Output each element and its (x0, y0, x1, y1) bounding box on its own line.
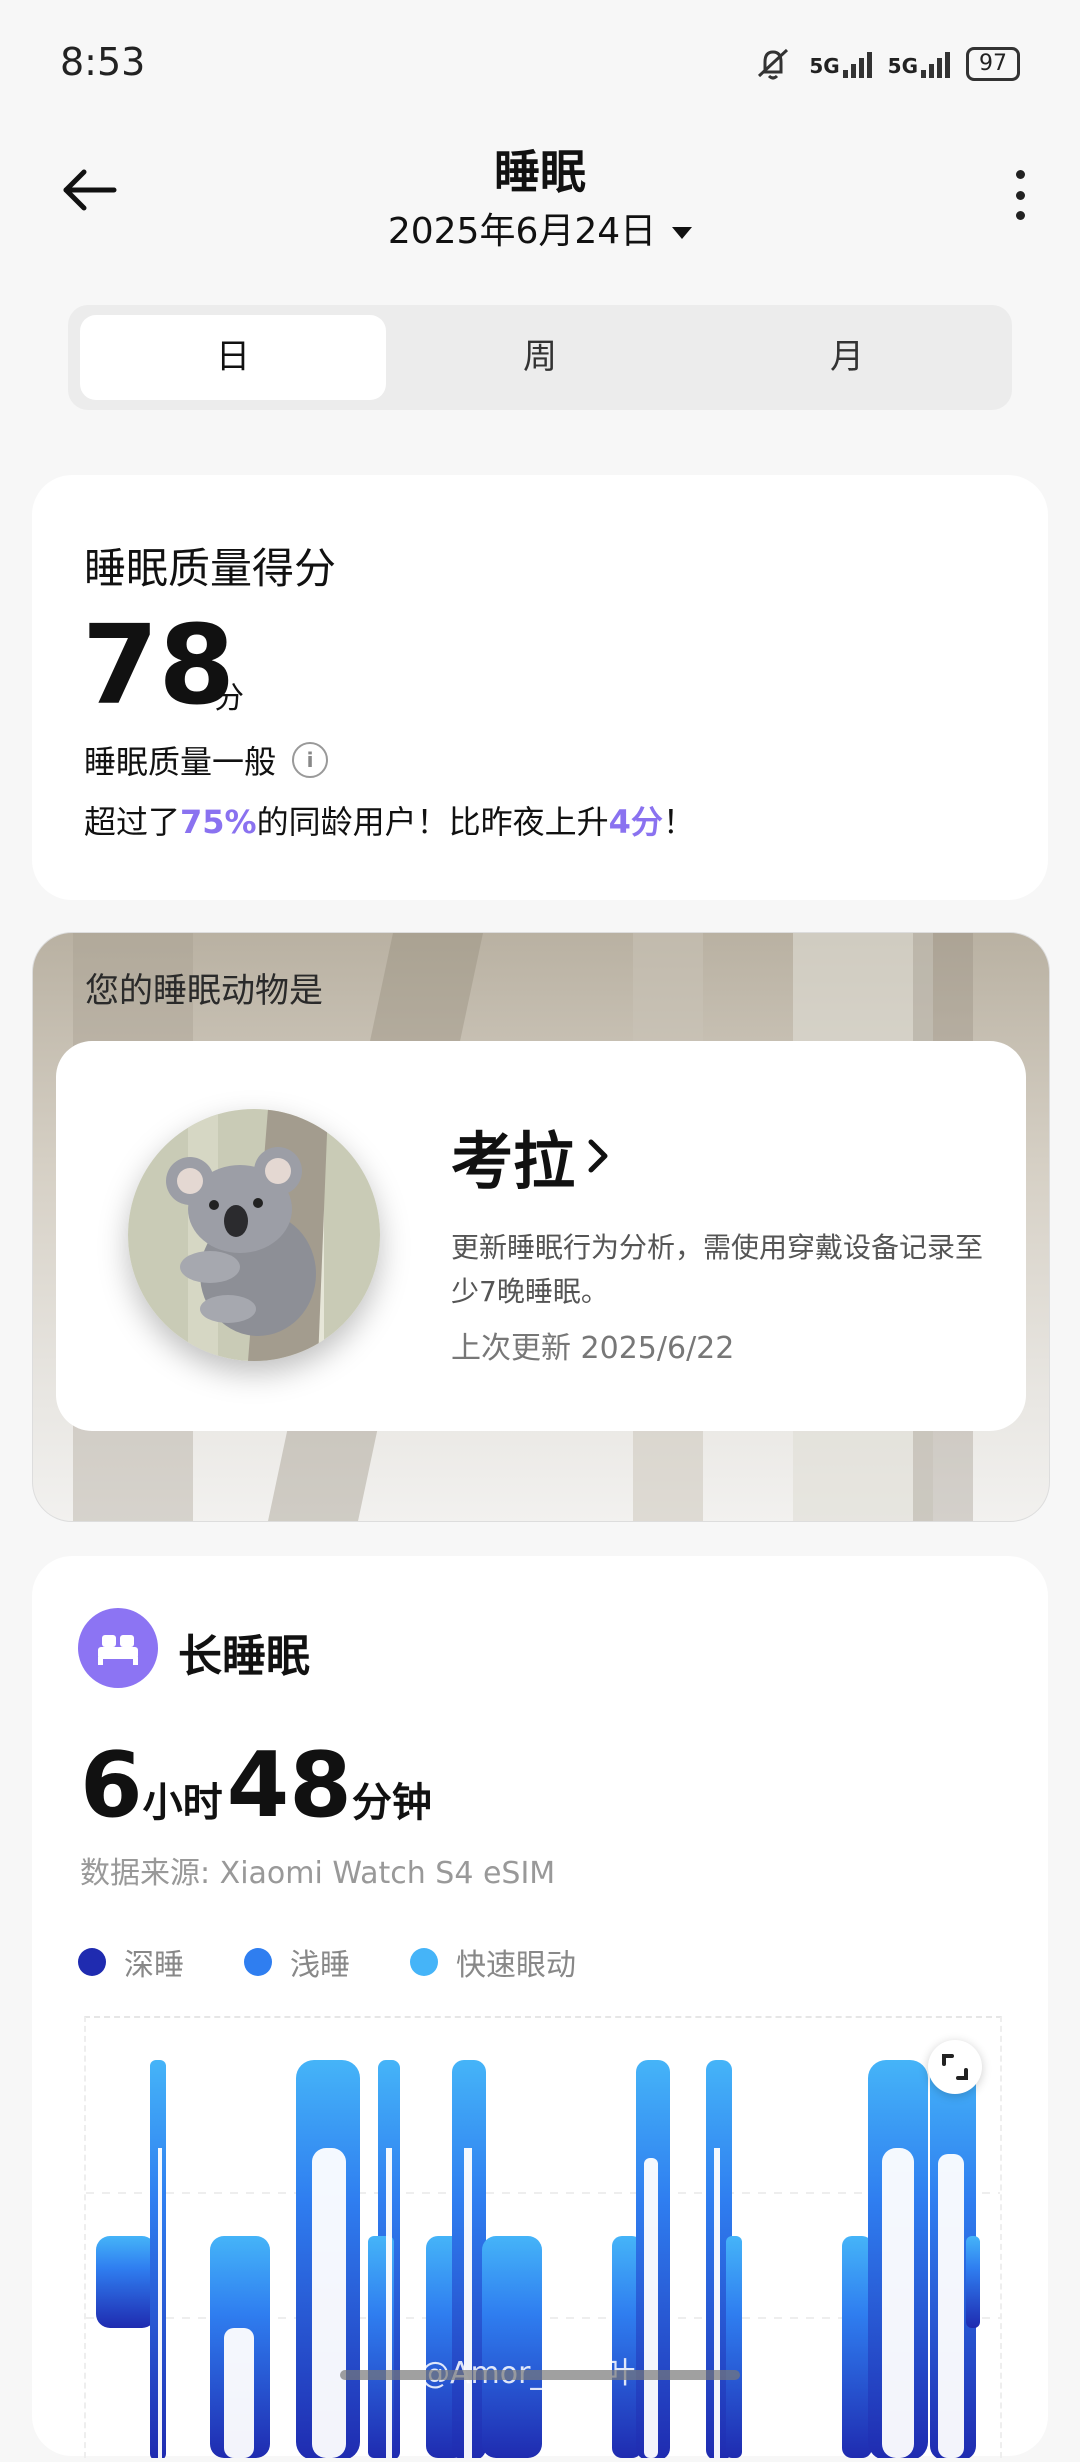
tab-week[interactable]: 周 (387, 315, 693, 400)
koala-avatar (128, 1109, 380, 1361)
animal-detail-panel[interactable]: 考拉 更新睡眠行为分析，需使用穿戴设备记录至少7晚睡眠。 上次更新 2025/6… (56, 1041, 1026, 1431)
caret-down-icon (672, 227, 693, 239)
data-source: 数据来源: Xiaomi Watch S4 eSIM (80, 1856, 556, 1891)
legend-deep-dot (78, 1948, 106, 1976)
period-tabs: 日 周 月 (68, 305, 1012, 410)
legend-deep: 深睡 (78, 1940, 184, 1984)
score-value: 78 (82, 601, 236, 729)
comparison-text: 超过了75%的同龄用户！比昨夜上升4分！ (84, 803, 695, 841)
more-options-button[interactable] (1010, 170, 1030, 220)
long-sleep-card: 长睡眠 6 小时 48 分钟 数据来源: Xiaomi Watch S4 eSI… (32, 1556, 1048, 2460)
legend-rem-dot (410, 1948, 438, 1976)
animal-description: 更新睡眠行为分析，需使用穿戴设备记录至少7晚睡眠。 (451, 1231, 984, 1308)
duration-minutes-unit: 分钟 (351, 1780, 432, 1826)
status-time: 8:53 (60, 40, 146, 84)
animal-updated: 上次更新 2025/6/22 (451, 1331, 735, 1366)
animal-heading: 您的睡眠动物是 (85, 971, 323, 1011)
signal-1-icon: 5G (809, 50, 872, 78)
date-selector[interactable]: 2025年6月24日 (0, 202, 1080, 254)
score-unit: 分 (214, 681, 244, 716)
koala-icon (128, 1109, 380, 1361)
compare-delta: 4分 (608, 803, 663, 841)
sleep-duration: 6 小时 48 分钟 (80, 1736, 436, 1836)
home-indicator[interactable] (340, 2370, 740, 2380)
legend-light: 浅睡 (244, 1940, 350, 1984)
info-icon[interactable]: i (292, 742, 329, 778)
status-icons: 5G 5G 97 (753, 46, 1020, 82)
tab-month[interactable]: 月 (694, 315, 1000, 400)
quality-label: 睡眠质量一般 (84, 743, 277, 781)
sleep-animal-card[interactable]: 您的睡眠动物是 考拉 更新睡眠行为分析，需使用穿戴设备记录至少7晚睡眠。 上次更… (32, 932, 1050, 1522)
sleep-title: 长睡眠 (178, 1631, 310, 1682)
signal-2-icon: 5G (888, 50, 950, 78)
legend-rem: 快速眼动 (410, 1940, 576, 1984)
chart-legend: 深睡 浅睡 快速眼动 (78, 1940, 576, 1984)
duration-hours: 6 (80, 1733, 143, 1838)
bed-icon (78, 1608, 158, 1688)
sleep-stage-graph (86, 2060, 1000, 2460)
battery-icon: 97 (966, 47, 1020, 81)
quality-row: 睡眠质量一般 i (84, 737, 329, 783)
duration-minutes: 48 (226, 1733, 352, 1838)
compare-percent: 75% (180, 803, 257, 841)
score-title: 睡眠质量得分 (84, 544, 337, 593)
mute-icon (758, 48, 789, 80)
legend-light-dot (244, 1948, 272, 1976)
sleep-score-card: 睡眠质量得分 78 分 睡眠质量一般 i 超过了75%的同龄用户！比昨夜上升4分… (32, 475, 1048, 900)
expand-icon (942, 2054, 968, 2080)
page-title: 睡眠 (494, 145, 586, 199)
date-label: 2025年6月24日 (387, 211, 657, 252)
duration-hours-unit: 小时 (142, 1780, 223, 1826)
expand-chart-button[interactable] (928, 2040, 982, 2094)
animal-name[interactable]: 考拉 (451, 1111, 611, 1201)
tab-day[interactable]: 日 (80, 315, 386, 400)
chevron-right-icon (588, 1139, 608, 1173)
app-header: 睡眠 2025年6月24日 (0, 130, 1080, 260)
status-bar: 8:53 5G 5G 97 (0, 0, 1080, 120)
